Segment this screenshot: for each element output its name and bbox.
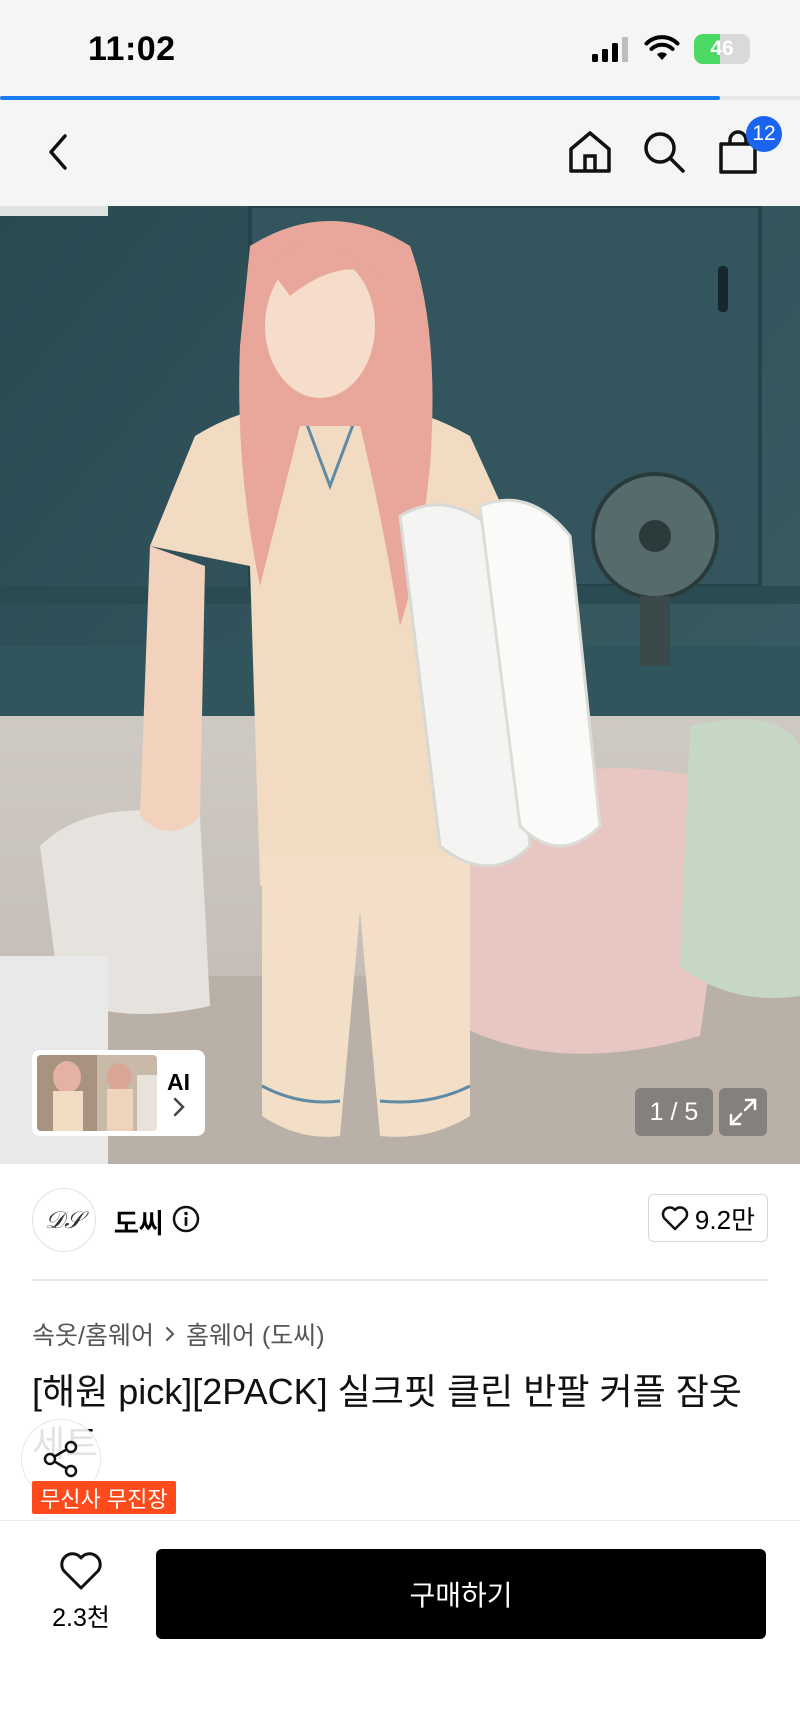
cart-button[interactable]: 12 (708, 116, 782, 182)
wifi-icon (644, 35, 680, 60)
expand-icon (729, 1098, 757, 1126)
image-counter: 1 / 5 (635, 1088, 713, 1136)
ai-thumbnail-image (37, 1055, 157, 1131)
home-button[interactable] (560, 122, 620, 182)
chevron-right-icon (165, 1327, 175, 1341)
home-icon (569, 131, 611, 173)
brand-logo-text: 𝒟𝒮 (45, 1206, 83, 1234)
heart-icon (661, 1206, 689, 1231)
breadcrumb-subcategory[interactable]: 홈웨어 (도씨) (186, 1316, 325, 1352)
back-button[interactable] (28, 122, 88, 182)
brand-row: 𝒟𝒮 도씨 9.2만 (0, 1164, 800, 1280)
nav-bar: 12 (0, 100, 800, 206)
brand-logo[interactable]: 𝒟𝒮 (32, 1188, 96, 1252)
ai-label-group: AI (157, 1069, 200, 1118)
expand-button[interactable] (719, 1088, 767, 1136)
wishlist-button[interactable]: 2.3천 (38, 1551, 124, 1634)
battery-percent: 46 (710, 37, 734, 60)
info-icon[interactable] (172, 1205, 200, 1233)
status-bar: 11:02 46 (0, 0, 800, 96)
breadcrumb: 속옷/홈웨어 홈웨어 (도씨) (32, 1316, 325, 1352)
cart-count-badge: 12 (746, 116, 782, 152)
search-icon (644, 132, 685, 173)
breadcrumb-category[interactable]: 속옷/홈웨어 (32, 1316, 154, 1352)
promo-badge: 무신사 무진장 (32, 1481, 176, 1514)
product-title: [해원 pick][2PACK] 실크핏 클린 반팔 커플 잠옷 세트 (32, 1371, 742, 1464)
brand-name[interactable]: 도씨 (114, 1202, 164, 1241)
bottom-action-bar: 2.3천 구매하기 (0, 1520, 800, 1733)
ai-label: AI (167, 1068, 190, 1095)
brand-like-button[interactable]: 9.2만 (647, 1194, 768, 1242)
share-icon (43, 1440, 78, 1478)
product-photo (0, 206, 800, 1164)
product-image-gallery[interactable] (0, 206, 800, 1164)
heart-icon (60, 1552, 102, 1590)
buy-button[interactable]: 구매하기 (156, 1549, 766, 1639)
wishlist-count: 2.3천 (52, 1604, 110, 1632)
chevron-right-icon (173, 1097, 185, 1116)
search-button[interactable] (634, 122, 694, 182)
signal-icon (592, 37, 628, 62)
battery-icon: 46 (694, 34, 750, 64)
divider (32, 1279, 768, 1281)
chevron-left-icon (49, 134, 67, 170)
ai-similar-products-button[interactable]: AI (32, 1050, 205, 1136)
brand-like-count: 9.2만 (694, 1204, 755, 1235)
status-time: 11:02 (88, 30, 176, 68)
status-icons: 46 (590, 34, 750, 64)
